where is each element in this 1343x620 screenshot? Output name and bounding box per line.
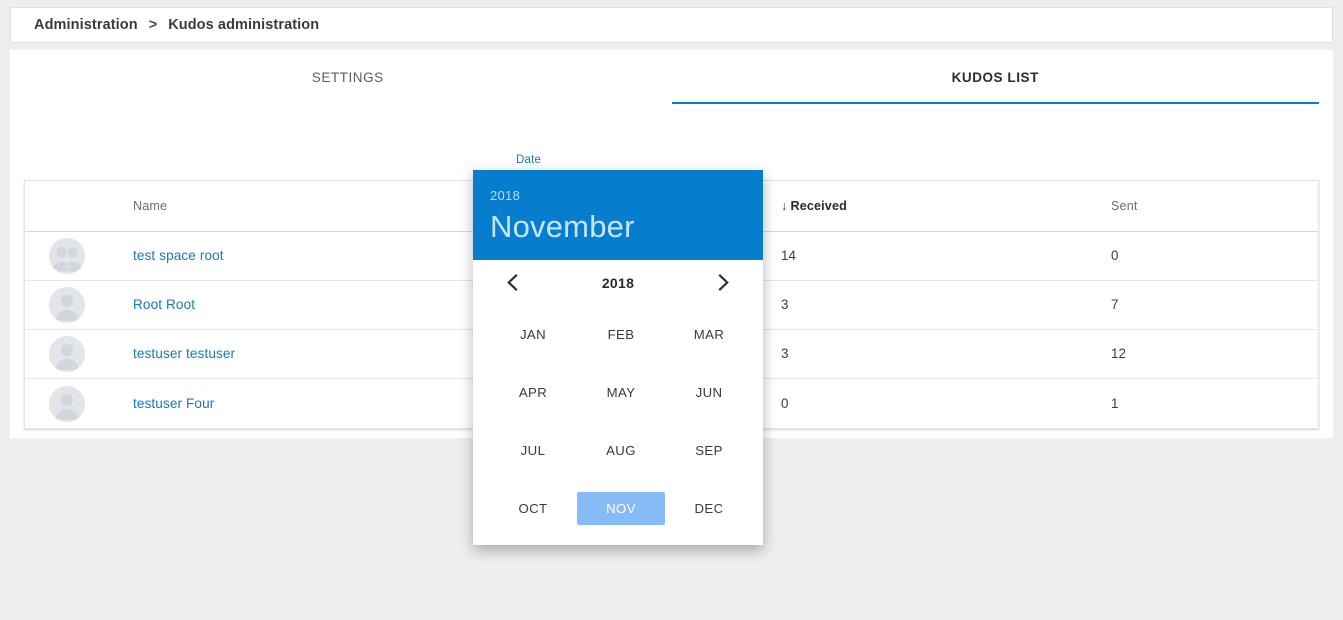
avatar-cell — [25, 385, 109, 422]
user-link[interactable]: Root Root — [133, 297, 195, 312]
person-avatar-icon — [49, 336, 85, 372]
sent-cell: 7 — [1111, 297, 1119, 312]
month-picker-popup: 2018 November 2018 JAN FEB MAR APR MAY J… — [473, 170, 763, 545]
sent-cell: 1 — [1111, 395, 1119, 411]
breadcrumb: Administration > Kudos administration — [10, 7, 1333, 43]
date-field-label: Date — [516, 154, 542, 166]
received-cell: 3 — [781, 346, 789, 361]
sent-cell: 0 — [1111, 248, 1119, 263]
tab-bar: SETTINGS KUDOS LIST — [24, 50, 1319, 104]
month-cell-jul[interactable]: JUL — [489, 421, 577, 479]
month-cell-jan[interactable]: JAN — [489, 305, 577, 363]
month-grid: JAN FEB MAR APR MAY JUN JUL AUG SEP OCT … — [473, 305, 763, 537]
month-cell-dec[interactable]: DEC — [665, 479, 753, 537]
month-cell-feb[interactable]: FEB — [577, 305, 665, 363]
table-header-received-label: Received — [790, 199, 847, 213]
person-avatar-icon — [49, 385, 85, 422]
tab-settings-label: SETTINGS — [311, 69, 384, 85]
received-cell: 3 — [781, 297, 789, 312]
month-cell-nov[interactable]: NOV — [577, 479, 665, 537]
tab-kudos-list[interactable]: KUDOS LIST — [671, 50, 1320, 104]
person-avatar-icon — [49, 287, 85, 323]
user-link[interactable]: testuser Four — [133, 396, 214, 411]
chevron-left-icon[interactable] — [499, 270, 525, 296]
month-cell-jun[interactable]: JUN — [665, 363, 753, 421]
tab-kudos-list-label: KUDOS LIST — [951, 69, 1039, 85]
user-link[interactable]: testuser testuser — [133, 346, 235, 361]
month-picker-header-year[interactable]: 2018 — [490, 188, 763, 203]
received-cell: 0 — [781, 395, 789, 411]
breadcrumb-separator: > — [148, 17, 158, 33]
month-cell-oct[interactable]: OCT — [489, 479, 577, 537]
avatar-cell — [25, 287, 109, 323]
chevron-right-icon[interactable] — [711, 270, 737, 296]
month-picker-nav-year[interactable]: 2018 — [602, 275, 634, 291]
avatar-cell — [25, 336, 109, 372]
breadcrumb-item-administration[interactable]: Administration — [34, 17, 138, 33]
sent-cell: 12 — [1111, 346, 1126, 361]
sort-descending-icon: ↓ — [781, 199, 788, 213]
month-cell-may[interactable]: MAY — [577, 363, 665, 421]
month-picker-header: 2018 November — [473, 170, 763, 260]
month-picker-header-month[interactable]: November — [490, 209, 763, 245]
month-picker-nav: 2018 — [473, 260, 763, 305]
month-cell-sep[interactable]: SEP — [665, 421, 753, 479]
month-cell-aug[interactable]: AUG — [577, 421, 665, 479]
month-cell-mar[interactable]: MAR — [665, 305, 753, 363]
month-cell-apr[interactable]: APR — [489, 363, 577, 421]
received-cell: 14 — [781, 248, 796, 263]
group-avatar-icon — [49, 238, 85, 274]
table-header-sent[interactable]: Sent — [1111, 197, 1318, 215]
user-link[interactable]: test space root — [133, 248, 224, 263]
avatar-cell — [25, 238, 109, 274]
tab-settings[interactable]: SETTINGS — [24, 50, 672, 104]
table-header-received[interactable]: ↓ Received — [759, 197, 1111, 215]
breadcrumb-item-kudos-administration[interactable]: Kudos administration — [168, 17, 319, 33]
